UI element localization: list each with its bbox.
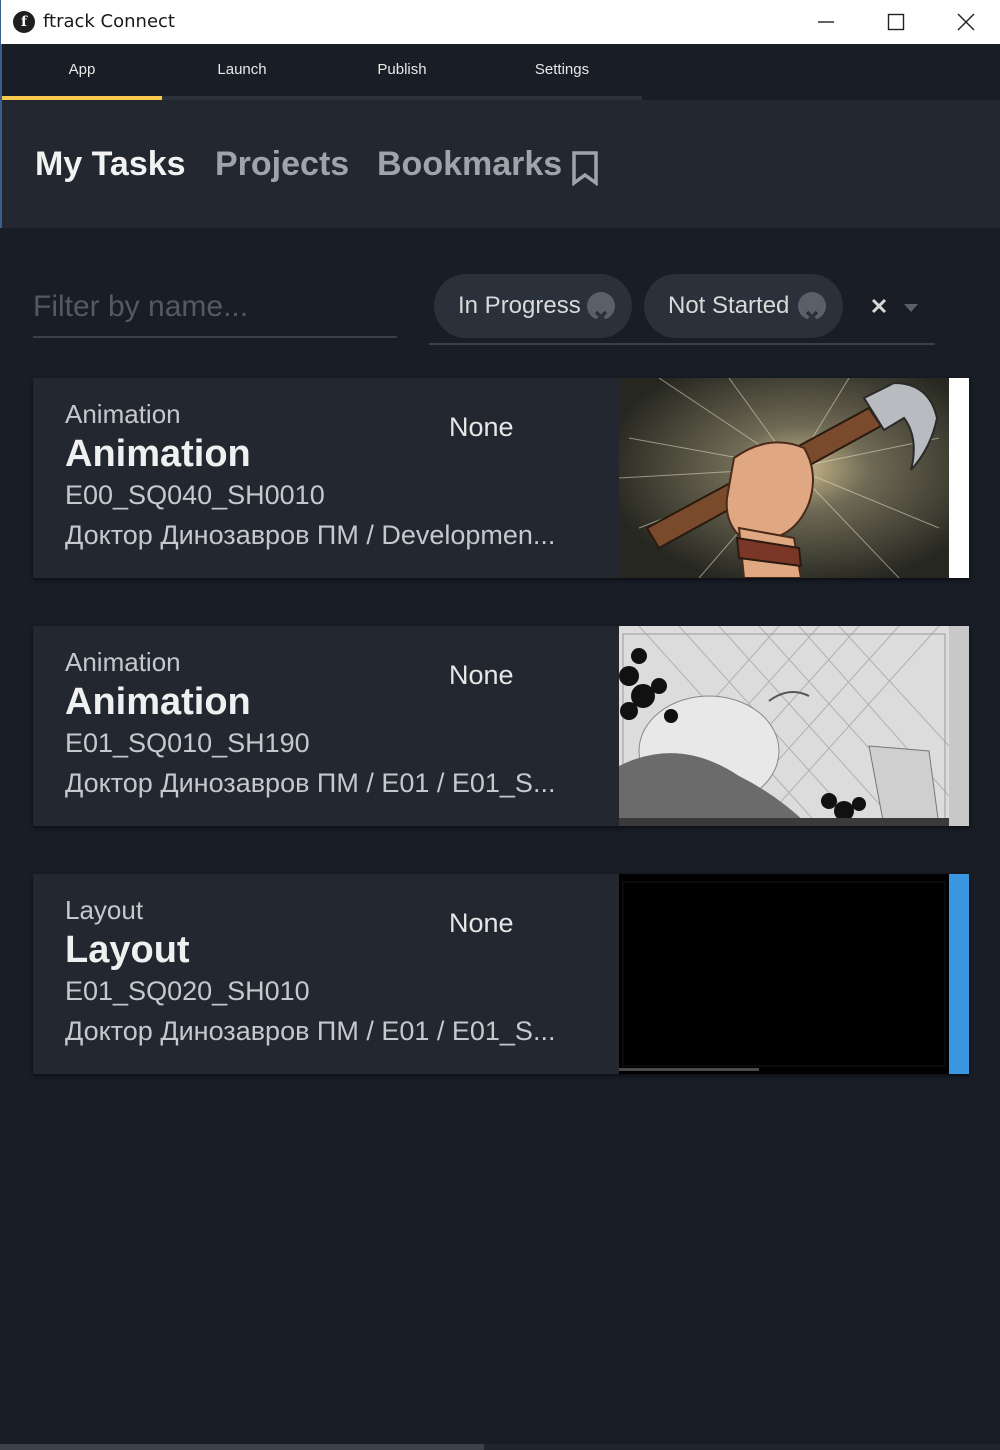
view-switcher: My Tasks Projects Bookmarks [0, 100, 1000, 228]
status-filter-underline [429, 343, 935, 345]
filter-name-input[interactable] [33, 278, 397, 338]
task-assignee: None [449, 660, 514, 690]
close-icon [957, 13, 975, 31]
window-titlebar: f ftrack Connect [0, 0, 1000, 44]
window-title: ftrack Connect [43, 11, 175, 32]
close-button[interactable] [932, 0, 1000, 44]
task-path: Доктор Динозавров ПМ / Developmen... [65, 520, 556, 550]
main-tab-bar: App Launch Publish Settings [0, 44, 1000, 100]
maximize-icon [887, 13, 905, 31]
task-thumbnail [619, 626, 949, 826]
minimize-button[interactable] [792, 0, 862, 44]
chevron-down-icon[interactable] [902, 302, 920, 314]
tab-my-tasks[interactable]: My Tasks [35, 144, 186, 184]
task-type: Animation [65, 647, 181, 677]
task-card[interactable]: Animation Animation E01_SQ010_SH190 Докт… [33, 626, 969, 826]
remove-icon [805, 310, 819, 324]
task-type: Animation [65, 399, 181, 429]
task-card[interactable]: Animation Animation E00_SQ040_SH0010 Док… [33, 378, 969, 578]
tab-settings[interactable]: Settings [482, 44, 642, 96]
maximize-button[interactable] [862, 0, 932, 44]
status-filter-chip: In Progress [434, 274, 632, 338]
task-thumbnail [619, 874, 949, 1074]
task-shot: E01_SQ010_SH190 [65, 728, 310, 758]
task-shot: E00_SQ040_SH0010 [65, 480, 325, 510]
clear-filters-icon[interactable] [869, 296, 889, 316]
task-assignee: None [449, 412, 514, 442]
chip-label: In Progress [458, 292, 581, 319]
tab-launch[interactable]: Launch [162, 44, 322, 96]
task-assignee: None [449, 908, 514, 938]
black-frame-thumbnail [619, 874, 949, 1074]
remove-chip-button[interactable] [587, 292, 615, 324]
horizontal-scrollbar[interactable] [0, 1444, 1000, 1450]
status-color-strip [949, 874, 969, 1074]
task-path: Доктор Динозавров ПМ / E01 / E01_S... [65, 1016, 556, 1046]
tab-app[interactable]: App [2, 44, 162, 96]
tab-projects[interactable]: Projects [215, 144, 349, 184]
remove-chip-button[interactable] [798, 292, 826, 324]
task-card[interactable]: Layout Layout E01_SQ020_SH010 Доктор Дин… [33, 874, 969, 1074]
chip-label: Not Started [668, 292, 790, 319]
sketch-frame-thumbnail [619, 626, 949, 826]
remove-icon [594, 310, 608, 324]
task-shot: E01_SQ020_SH010 [65, 976, 310, 1006]
task-name: Animation [65, 681, 251, 723]
status-color-strip [949, 378, 969, 578]
task-type: Layout [65, 895, 144, 925]
task-path: Доктор Динозавров ПМ / E01 / E01_S... [65, 768, 556, 798]
tab-bookmarks[interactable]: Bookmarks [377, 144, 562, 184]
status-filter-chip: Not Started [644, 274, 843, 338]
ftrack-logo-icon: f [13, 11, 35, 33]
bookmark-icon[interactable] [570, 150, 600, 186]
task-name: Animation [65, 433, 251, 475]
hammer-fist-thumbnail [619, 378, 949, 578]
status-color-strip [949, 626, 969, 826]
scrollbar-thumb[interactable] [0, 1444, 484, 1450]
task-name: Layout [65, 929, 190, 971]
tab-publish[interactable]: Publish [322, 44, 482, 96]
task-thumbnail [619, 378, 949, 578]
minimize-icon [818, 21, 834, 23]
